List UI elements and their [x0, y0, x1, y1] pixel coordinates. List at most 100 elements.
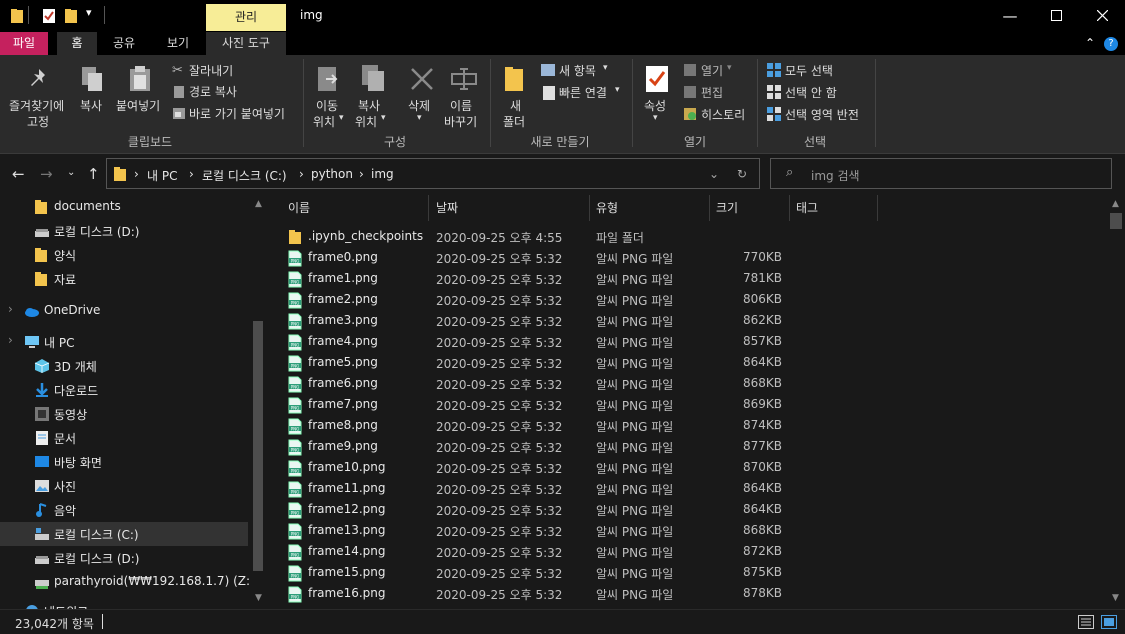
column-name[interactable]: 이름	[288, 199, 310, 221]
nav-item[interactable]: 양식	[0, 243, 248, 267]
column-size[interactable]: 크기	[716, 199, 738, 221]
scroll-up-icon[interactable]: ▲	[1112, 199, 1119, 209]
file-row[interactable]: PNG frame5.png 2020-09-25 오후 5:32 알씨 PNG 파일…	[268, 352, 1107, 373]
maximize-button[interactable]	[1033, 0, 1079, 32]
new-item-icon	[540, 63, 555, 77]
file-row[interactable]: PNG frame9.png 2020-09-25 오후 5:32 알씨 PNG 파일…	[268, 436, 1107, 457]
file-name: frame3.png	[308, 313, 378, 327]
scroll-up-icon[interactable]: ▲	[255, 199, 262, 209]
nav-item[interactable]: 네트워크	[0, 599, 248, 609]
nav-item-label: 바탕 화면	[54, 456, 102, 470]
nav-item[interactable]: 동영상	[0, 402, 248, 426]
forward-arrow-icon[interactable]: →	[40, 165, 53, 183]
quick-access-dropdown-icon[interactable]: ▾	[86, 6, 92, 19]
tab-photo-tools[interactable]: 사진 도구	[206, 32, 286, 55]
breadcrumb-python[interactable]: python	[311, 167, 353, 181]
file-row[interactable]: PNG frame1.png 2020-09-25 오후 5:32 알씨 PNG 파일…	[268, 268, 1107, 289]
nav-item[interactable]: 다운로드	[0, 378, 248, 402]
file-row[interactable]: PNG frame2.png 2020-09-25 오후 5:32 알씨 PNG 파일…	[268, 289, 1107, 310]
minimize-button[interactable]: —	[987, 0, 1033, 32]
breadcrumb-img[interactable]: img	[371, 167, 394, 181]
breadcrumb-separator-icon[interactable]: ›	[359, 167, 364, 181]
column-type[interactable]: 유형	[596, 199, 618, 221]
column-divider[interactable]	[709, 195, 710, 221]
file-row[interactable]: .ipynb_checkpoints 2020-09-25 오후 4:55 파일 폴…	[268, 226, 1107, 247]
nav-item[interactable]: documents	[0, 195, 248, 219]
search-box[interactable]: ⌕ img 검색	[770, 158, 1112, 189]
png-icon: PNG	[288, 355, 302, 372]
nav-item[interactable]: 자료	[0, 267, 248, 291]
nav-item[interactable]: 로컬 디스크 (C:)	[0, 522, 248, 546]
file-row[interactable]: PNG frame16.png 2020-09-25 오후 5:32 알씨 PNG 파…	[268, 583, 1107, 604]
breadcrumb-drive-c[interactable]: 로컬 디스크 (C:)	[202, 167, 287, 184]
scroll-thumb[interactable]	[1110, 213, 1122, 229]
svg-text:PNG: PNG	[291, 279, 300, 284]
column-divider[interactable]	[428, 195, 429, 221]
file-row[interactable]: PNG frame13.png 2020-09-25 오후 5:32 알씨 PNG 파…	[268, 520, 1107, 541]
nav-item[interactable]: 3D 개체	[0, 354, 248, 378]
tab-view[interactable]: 보기	[156, 32, 200, 55]
file-row[interactable]: PNG frame10.png 2020-09-25 오후 5:32 알씨 PNG 파…	[268, 457, 1107, 478]
column-divider[interactable]	[589, 195, 590, 221]
select-group-label: 선택	[803, 135, 827, 149]
close-button[interactable]	[1079, 0, 1125, 32]
nav-item[interactable]: 로컬 디스크 (D:)	[0, 546, 248, 570]
breadcrumb-separator-icon[interactable]: ›	[189, 167, 194, 181]
column-divider[interactable]	[789, 195, 790, 221]
recent-locations-dropdown-icon[interactable]: ⌄	[67, 167, 75, 178]
file-row[interactable]: PNG frame11.png 2020-09-25 오후 5:32 알씨 PNG 파…	[268, 478, 1107, 499]
scroll-down-icon[interactable]: ▼	[1112, 593, 1119, 603]
file-size: 864KB	[742, 355, 782, 369]
nav-item[interactable]: 음악	[0, 498, 248, 522]
nav-item[interactable]: 바탕 화면	[0, 450, 248, 474]
refresh-icon[interactable]: ↻	[737, 167, 747, 181]
back-arrow-icon[interactable]: ←	[12, 165, 25, 183]
file-row[interactable]: PNG frame8.png 2020-09-25 오후 5:32 알씨 PNG 파일…	[268, 415, 1107, 436]
expand-chevron-icon[interactable]: ›	[8, 333, 13, 347]
file-row[interactable]: PNG frame7.png 2020-09-25 오후 5:32 알씨 PNG 파일…	[268, 394, 1107, 415]
details-view-icon[interactable]	[1078, 615, 1094, 632]
file-row[interactable]: PNG frame3.png 2020-09-25 오후 5:32 알씨 PNG 파일…	[268, 310, 1107, 331]
properties-quick-icon[interactable]	[42, 8, 56, 27]
nav-item[interactable]: OneDrive ›	[0, 299, 248, 323]
breadcrumb-separator-icon[interactable]: ›	[134, 167, 139, 181]
nav-item[interactable]: parathyroid(₩₩192.168.1.7) (Z:)	[0, 570, 255, 594]
nav-item[interactable]: 내 PC ›	[0, 330, 248, 354]
collapse-ribbon-icon[interactable]: ⌃	[1085, 36, 1095, 50]
breadcrumb-this-pc[interactable]: 내 PC	[147, 167, 177, 184]
up-arrow-icon[interactable]: ↑	[87, 165, 100, 183]
file-type: 알씨 PNG 파일	[596, 525, 674, 539]
expand-chevron-icon[interactable]: ›	[8, 302, 13, 316]
search-icon: ⌕	[786, 165, 794, 180]
file-row[interactable]: PNG frame14.png 2020-09-25 오후 5:32 알씨 PNG 파…	[268, 541, 1107, 562]
file-list-scrollbar[interactable]: ▲ ▼	[1107, 195, 1125, 609]
file-row[interactable]: PNG frame12.png 2020-09-25 오후 5:32 알씨 PNG 파…	[268, 499, 1107, 520]
column-date[interactable]: 날짜	[436, 199, 458, 221]
new-folder-quick-icon[interactable]	[64, 8, 78, 27]
address-bar[interactable]: › 내 PC › 로컬 디스크 (C:) › python › img ⌄ ↻	[106, 158, 760, 189]
tab-home[interactable]: 홈	[57, 32, 97, 55]
tab-share[interactable]: 공유	[104, 32, 144, 55]
file-row[interactable]: PNG frame6.png 2020-09-25 오후 5:32 알씨 PNG 파일…	[268, 373, 1107, 394]
search-input[interactable]: img 검색	[811, 167, 860, 184]
file-row[interactable]: PNG frame4.png 2020-09-25 오후 5:32 알씨 PNG 파일…	[268, 331, 1107, 352]
nav-pane-scrollbar[interactable]: ▲ ▼	[250, 195, 266, 609]
address-dropdown-icon[interactable]: ⌄	[709, 167, 719, 181]
column-divider[interactable]	[877, 195, 878, 221]
nav-item[interactable]: 문서	[0, 426, 248, 450]
nav-item[interactable]: 로컬 디스크 (D:)	[0, 219, 248, 243]
scroll-down-icon[interactable]: ▼	[255, 593, 262, 603]
tab-file[interactable]: 파일	[0, 32, 48, 55]
breadcrumb-separator-icon[interactable]: ›	[299, 167, 304, 181]
scroll-thumb[interactable]	[253, 321, 263, 571]
help-icon[interactable]: ?	[1104, 37, 1118, 51]
dropdown-icon: ▾	[603, 63, 608, 73]
large-icons-view-icon[interactable]	[1101, 615, 1117, 632]
manage-context-tab[interactable]: 관리	[206, 4, 286, 31]
file-row[interactable]: PNG frame15.png 2020-09-25 오후 5:32 알씨 PNG 파…	[268, 562, 1107, 583]
file-row[interactable]: PNG frame0.png 2020-09-25 오후 5:32 알씨 PNG 파일…	[268, 247, 1107, 268]
column-tags[interactable]: 태그	[796, 199, 818, 221]
nav-item[interactable]: 사진	[0, 474, 248, 498]
folder-icon[interactable]	[10, 8, 24, 27]
edit-label: 편집	[701, 86, 724, 100]
